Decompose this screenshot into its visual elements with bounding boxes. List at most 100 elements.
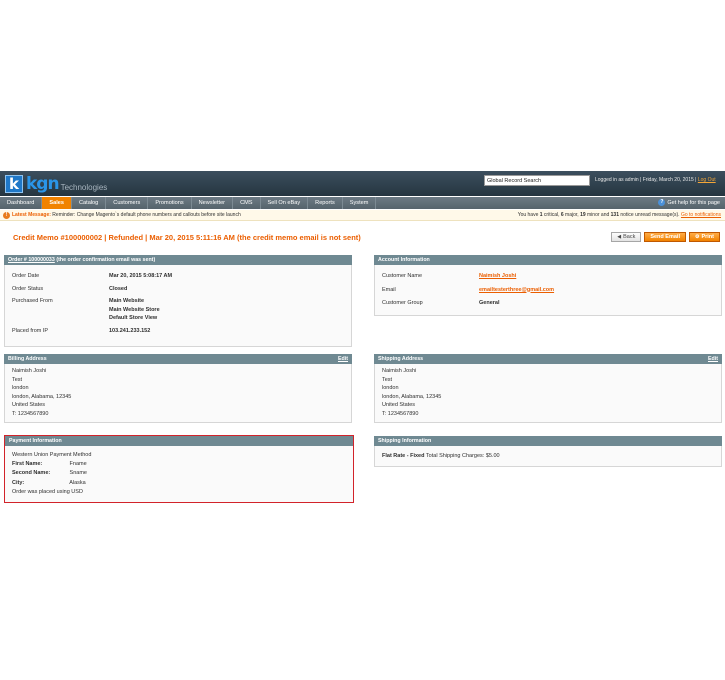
payment-info-body: Western Union Payment Method First Name:… bbox=[5, 446, 353, 502]
shipping-address-header: Shipping Address Edit bbox=[374, 354, 722, 364]
billing-line: United States bbox=[12, 402, 46, 408]
purchased-website: Main Website bbox=[109, 298, 145, 304]
email-label: Email bbox=[382, 286, 396, 293]
customer-group-row: Customer Group General bbox=[382, 299, 714, 308]
help-link[interactable]: ? Get help for this page bbox=[658, 199, 720, 206]
nav-system[interactable]: System bbox=[343, 197, 377, 209]
billing-line: Test bbox=[12, 376, 23, 383]
billing-address-header: Billing Address Edit bbox=[4, 354, 352, 364]
billing-address-title: Billing Address bbox=[8, 356, 47, 362]
purchased-store: Main Website Store bbox=[109, 306, 160, 313]
logout-link[interactable]: Log Out bbox=[698, 177, 716, 183]
major-count: 6 bbox=[560, 212, 564, 218]
nav-reports[interactable]: Reports bbox=[308, 197, 343, 209]
back-label: Back bbox=[623, 233, 636, 240]
shipping-address-title: Shipping Address bbox=[378, 356, 424, 362]
notice-summary: You have 1 critical, 6 major, 19 minor a… bbox=[518, 210, 721, 221]
first-name-label: First Name: bbox=[12, 461, 43, 468]
latest-message-label: Latest Message: bbox=[12, 212, 51, 218]
purchased-from-label: Purchased From bbox=[12, 298, 53, 304]
print-button[interactable]: ⚙ Print bbox=[688, 232, 720, 242]
second-name-row: Second Name: Sname bbox=[12, 469, 346, 478]
logo-kgn-text: kgn bbox=[26, 174, 60, 194]
placed-ip-row: Placed from IP 103.241.233.152 bbox=[12, 327, 344, 336]
nav-newsletter[interactable]: Newsletter bbox=[192, 197, 234, 209]
billing-line: london, Alabama, 12345 bbox=[12, 393, 72, 400]
city-row: City: Alaska bbox=[12, 479, 346, 488]
order-status-row: Order Status Closed bbox=[12, 285, 344, 294]
order-status-value: Closed bbox=[109, 285, 128, 292]
logged-in-info: Logged in as admin | Friday, March 20, 2… bbox=[595, 177, 716, 183]
shipping-info-box: Shipping Information Flat Rate - Fixed T… bbox=[374, 436, 722, 467]
shipping-line: T: 1234567890 bbox=[382, 410, 419, 417]
email-row: Email emailtesterthree@gmail.com bbox=[382, 286, 714, 295]
first-name-row: First Name: Fname bbox=[12, 460, 346, 469]
page-title: Credit Memo #100000002 | Refunded | Mar … bbox=[13, 233, 361, 242]
nav-customers[interactable]: Customers bbox=[106, 197, 149, 209]
customer-group-value: General bbox=[479, 300, 500, 306]
customer-group-label: Customer Group bbox=[382, 300, 423, 306]
latest-message-text: Reminder: Change Magento`s default phone… bbox=[52, 212, 241, 218]
order-info-header: Order # 100000033 (the order confirmatio… bbox=[4, 255, 352, 265]
shipping-address-body: Naimish Joshi Test london london, Alabam… bbox=[374, 364, 722, 423]
payment-info-box: Payment Information Western Union Paymen… bbox=[4, 435, 354, 503]
second-name-value: Sname bbox=[69, 470, 87, 477]
payment-method: Western Union Payment Method bbox=[12, 452, 92, 458]
billing-edit-link[interactable]: Edit bbox=[338, 354, 348, 364]
nav-cms[interactable]: CMS bbox=[233, 197, 261, 209]
purchased-from-row: Purchased From Main Website Main Website… bbox=[12, 297, 344, 323]
shipping-edit-link[interactable]: Edit bbox=[708, 354, 718, 364]
notice-label: notice unread message(s). bbox=[620, 212, 680, 218]
send-email-button[interactable]: Send Email bbox=[644, 232, 686, 242]
order-number-link[interactable]: Order # 100000033 bbox=[8, 257, 55, 263]
order-status-label: Order Status bbox=[12, 285, 44, 292]
customer-name-link[interactable]: Naimish Joshi bbox=[479, 272, 516, 281]
billing-line: Naimish Joshi bbox=[12, 368, 47, 374]
nav-catalog[interactable]: Catalog bbox=[72, 197, 107, 209]
logged-in-text: Logged in as admin | Friday, March 20, 2… bbox=[595, 177, 697, 183]
notice-bar: ! Latest Message: Reminder: Change Magen… bbox=[0, 210, 725, 221]
email-link[interactable]: emailtesterthree@gmail.com bbox=[479, 286, 554, 295]
minor-count: 19 bbox=[580, 212, 586, 218]
billing-address-body: Naimish Joshi Test london london, Alabam… bbox=[4, 364, 352, 423]
back-arrow-icon: ◀ bbox=[617, 233, 622, 240]
main-nav: Dashboard Sales Catalog Customers Promot… bbox=[0, 197, 725, 209]
shipping-info-header: Shipping Information bbox=[374, 436, 722, 446]
order-info-box: Order # 100000033 (the order confirmatio… bbox=[4, 255, 352, 347]
order-info-body: Order Date Mar 20, 2015 5:08:17 AM Order… bbox=[4, 265, 352, 347]
placed-ip-value: 103.241.233.152 bbox=[109, 327, 151, 334]
first-name-value: Fname bbox=[69, 461, 87, 468]
logo-k-mark: k bbox=[5, 175, 23, 193]
nav-sell-on-ebay[interactable]: Sell On eBay bbox=[261, 197, 309, 209]
billing-line: london bbox=[12, 385, 29, 391]
critical-count: 1 bbox=[539, 212, 543, 218]
summary-prefix: You have bbox=[517, 212, 539, 218]
order-date-label: Order Date bbox=[12, 273, 40, 279]
nav-dashboard[interactable]: Dashboard bbox=[0, 197, 43, 209]
placed-ip-label: Placed from IP bbox=[12, 327, 49, 334]
billing-address-box: Billing Address Edit Naimish Joshi Test … bbox=[4, 354, 352, 423]
city-value: Alaska bbox=[69, 479, 86, 486]
order-date-row: Order Date Mar 20, 2015 5:08:17 AM bbox=[12, 272, 344, 281]
help-label: Get help for this page bbox=[667, 199, 720, 206]
notice-count: 131 bbox=[610, 212, 619, 218]
print-label: Print bbox=[701, 233, 714, 240]
critical-label: critical, bbox=[543, 212, 560, 218]
back-button[interactable]: ◀ Back bbox=[611, 232, 642, 242]
shipping-rate-label: Flat Rate - Fixed bbox=[382, 453, 425, 459]
currency-note: Order was placed using USD bbox=[12, 488, 83, 495]
page-actions: ◀ Back Send Email ⚙ Print bbox=[611, 232, 720, 242]
purchased-from-value: Main Website Main Website Store Default … bbox=[109, 297, 160, 323]
shipping-info-body: Flat Rate - Fixed Total Shipping Charges… bbox=[374, 446, 722, 467]
nav-sales[interactable]: Sales bbox=[42, 197, 72, 209]
global-search-input[interactable]: Global Record Search bbox=[484, 175, 590, 186]
customer-name-label: Customer Name bbox=[382, 273, 423, 279]
logo[interactable]: k kgn Technologies bbox=[5, 174, 107, 194]
warning-icon: ! bbox=[3, 212, 10, 219]
account-info-body: Customer Name Naimish Joshi Email emailt… bbox=[374, 265, 722, 316]
order-date-value: Mar 20, 2015 5:08:17 AM bbox=[109, 273, 173, 279]
shipping-charges: Total Shipping Charges: $5.00 bbox=[425, 453, 500, 459]
billing-line: T: 1234567890 bbox=[12, 410, 49, 417]
goto-notifications-link[interactable]: Go to notifications bbox=[681, 212, 721, 218]
nav-promotions[interactable]: Promotions bbox=[148, 197, 192, 209]
